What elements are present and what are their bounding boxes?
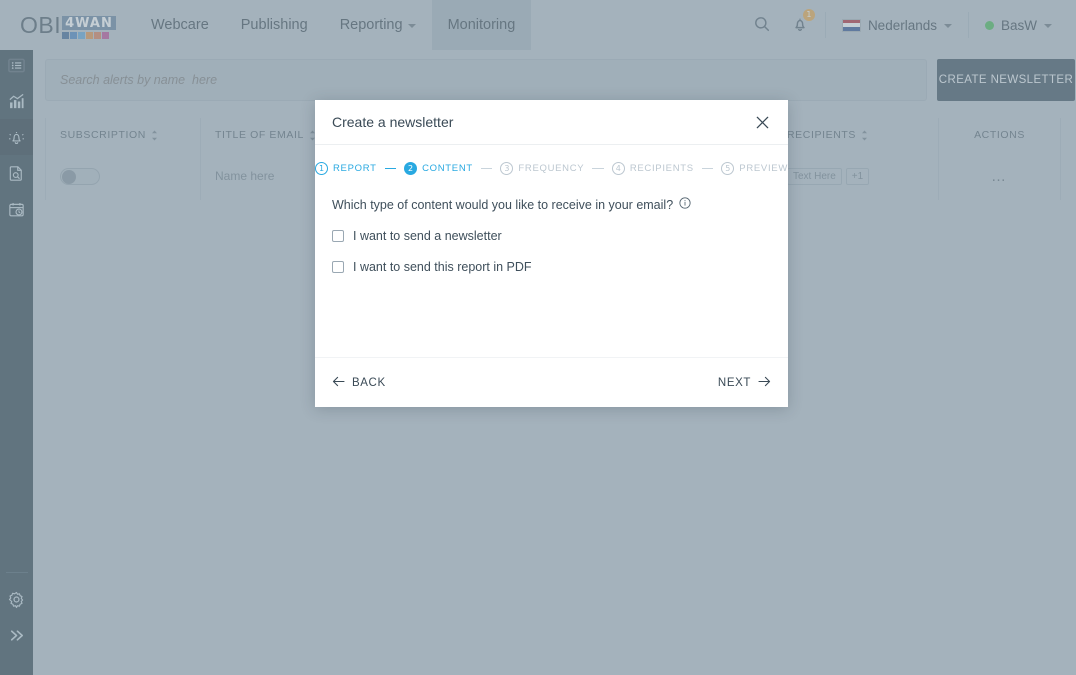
dialog-title: Create a newsletter [332, 114, 454, 130]
wizard-step-preview-number: 5 [721, 161, 735, 175]
wizard-step-frequency-label: FREQUENCY [518, 162, 585, 174]
wizard-step-recipients-label: RECIPIENTS [629, 162, 694, 174]
stepper-connector [480, 167, 493, 169]
checkbox-send-pdf[interactable] [332, 261, 344, 273]
option-send-pdf[interactable]: I want to send this report in PDF [332, 260, 771, 274]
back-button-label: BACK [352, 376, 386, 389]
wizard-stepper: 1 REPORT 2 CONTENT 3 FREQUENCY 4 RECIPIE… [315, 145, 788, 191]
wizard-step-frequency[interactable]: 3 FREQUENCY [500, 161, 585, 175]
dialog-body: Which type of content would you like to … [315, 191, 788, 357]
option-send-newsletter-label: I want to send a newsletter [353, 229, 502, 243]
wizard-step-report-number: 1 [315, 161, 328, 175]
stepper-connector [592, 167, 604, 169]
option-send-pdf-label: I want to send this report in PDF [353, 260, 532, 274]
wizard-step-frequency-number: 3 [500, 161, 514, 175]
content-type-question: Which type of content would you like to … [332, 197, 771, 212]
close-icon[interactable] [752, 112, 772, 132]
stepper-connector [384, 167, 397, 169]
next-button[interactable]: NEXT [718, 376, 771, 390]
next-button-label: NEXT [717, 376, 751, 389]
option-send-newsletter[interactable]: I want to send a newsletter [332, 229, 771, 243]
content-type-question-text: Which type of content would you like to … [332, 197, 674, 212]
wizard-step-recipients-number: 4 [611, 161, 625, 175]
wizard-step-content-label: CONTENT [422, 162, 473, 174]
wizard-step-preview[interactable]: 5 PREVIEW [721, 161, 789, 175]
dialog-footer: BACK NEXT [315, 357, 788, 407]
back-button[interactable]: BACK [332, 376, 386, 390]
app-root: CREATE NEWSLETTER SUBSCRIPTION TITLE OF … [0, 0, 1076, 675]
arrow-left-icon [332, 376, 345, 390]
wizard-step-content-number: 2 [404, 161, 418, 175]
info-icon[interactable] [679, 197, 691, 212]
wizard-step-content[interactable]: 2 CONTENT [404, 161, 473, 175]
dialog-header: Create a newsletter [315, 100, 788, 145]
wizard-step-preview-label: PREVIEW [739, 162, 789, 174]
arrow-right-icon [758, 376, 771, 390]
stepper-connector [701, 167, 714, 169]
create-newsletter-dialog: Create a newsletter 1 REPORT 2 CONTENT 3… [315, 100, 788, 407]
checkbox-send-newsletter[interactable] [332, 230, 344, 242]
wizard-step-report[interactable]: 1 REPORT [315, 161, 377, 175]
wizard-step-recipients[interactable]: 4 RECIPIENTS [611, 161, 694, 175]
wizard-step-report-label: REPORT [333, 162, 377, 174]
